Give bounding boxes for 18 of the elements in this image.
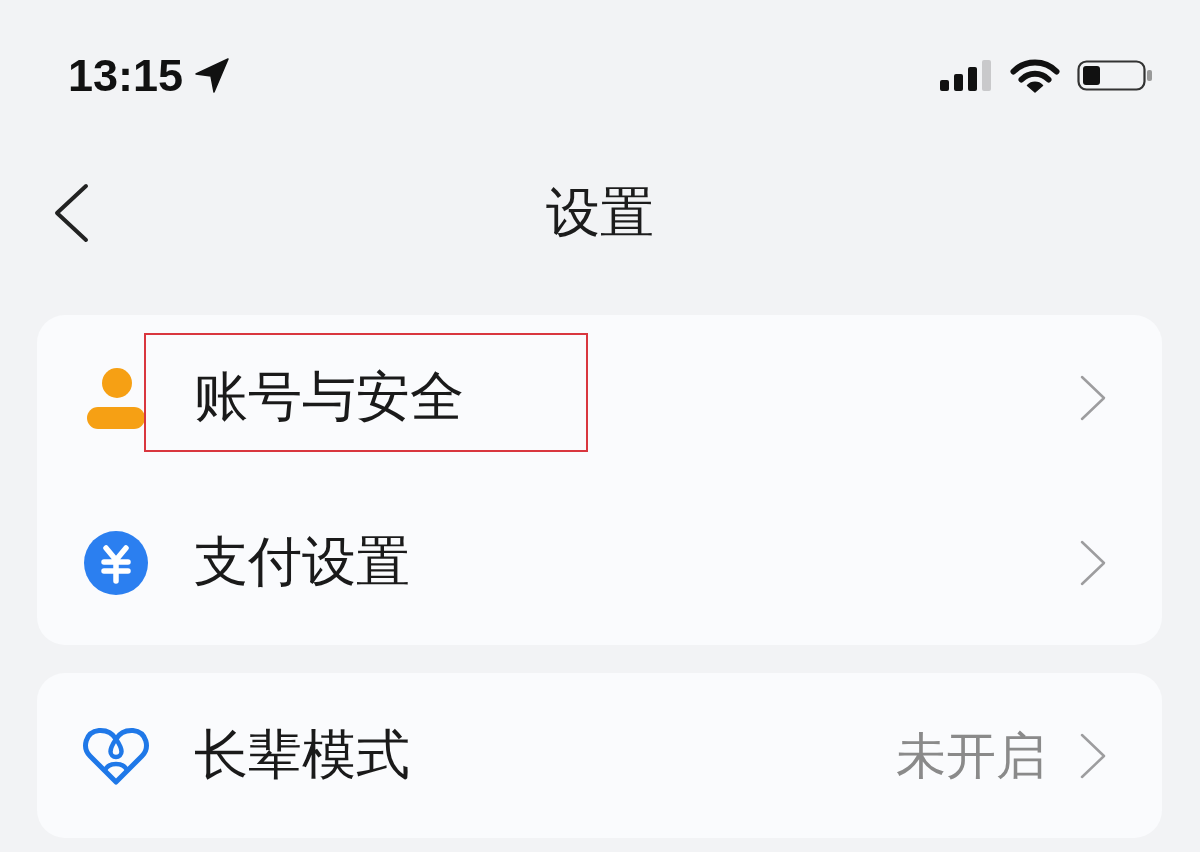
settings-item-label[interactable]: 账号与安全 — [194, 365, 464, 429]
person-icon — [87, 366, 145, 429]
status-time: 13:15 — [68, 52, 184, 98]
chevron-right-icon — [1080, 539, 1106, 586]
setting-value: 未开启 — [896, 725, 1046, 786]
chevron-right-icon — [1080, 732, 1106, 779]
settings-item-label[interactable]: 长辈模式 — [194, 723, 410, 787]
settings-item-label[interactable]: 支付设置 — [194, 530, 410, 594]
location-arrow-icon — [195, 57, 230, 93]
chevron-left-icon — [52, 183, 90, 243]
battery-icon — [1077, 59, 1152, 91]
wifi-icon — [1010, 57, 1060, 93]
page-title: 设置 — [546, 180, 654, 246]
heart-icon — [82, 725, 150, 786]
signal-icon — [940, 59, 993, 91]
chevron-right-icon — [1080, 374, 1106, 421]
yen-icon — [84, 530, 148, 595]
back-button[interactable] — [52, 183, 90, 243]
